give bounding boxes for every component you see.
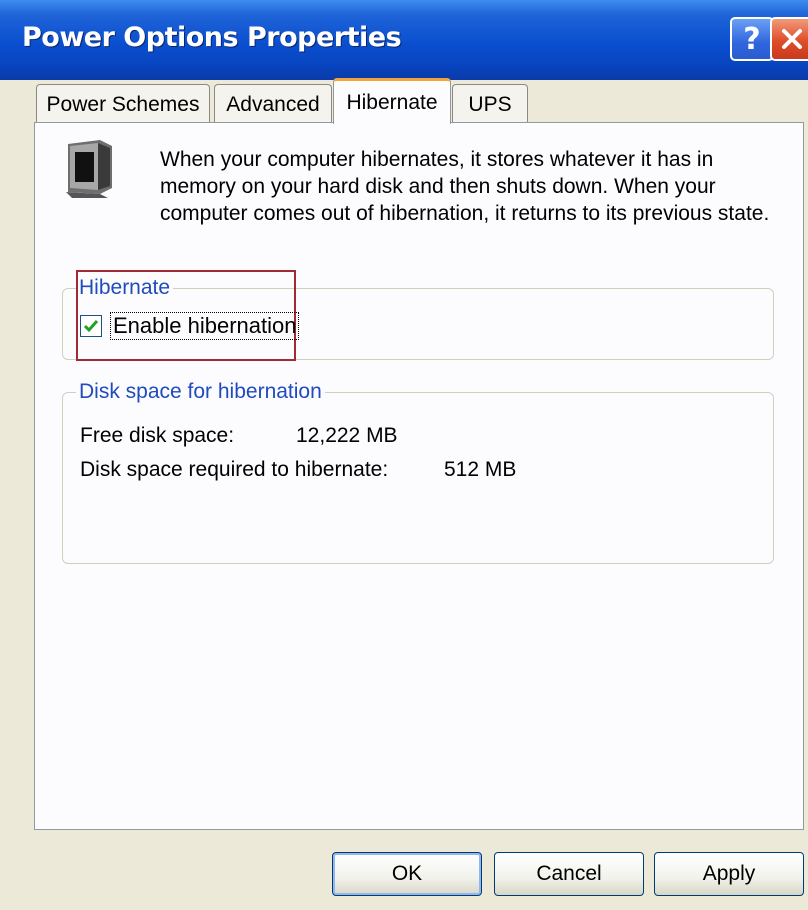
- tab-label: Power Schemes: [46, 92, 200, 116]
- monitor-moon-icon: [66, 140, 112, 198]
- help-icon: ?: [743, 21, 761, 57]
- close-icon: [782, 29, 802, 49]
- tab-advanced[interactable]: Advanced: [214, 84, 332, 124]
- help-button[interactable]: ?: [730, 17, 774, 61]
- free-disk-space-label: Free disk space:: [80, 424, 235, 447]
- apply-button[interactable]: Apply: [654, 852, 804, 896]
- enable-hibernation-label[interactable]: Enable hibernation: [110, 312, 300, 340]
- required-disk-space-label: Disk space required to hibernate:: [80, 458, 389, 481]
- tab-hibernate[interactable]: Hibernate: [333, 78, 451, 124]
- window-title: Power Options Properties: [22, 22, 402, 53]
- tab-ups[interactable]: UPS: [452, 84, 528, 124]
- tab-label: UPS: [468, 92, 512, 116]
- tab-power-schemes[interactable]: Power Schemes: [36, 84, 210, 124]
- checkmark-icon: [83, 320, 99, 333]
- disk-space-group-label: Disk space for hibernation: [76, 380, 325, 404]
- cancel-label: Cancel: [536, 862, 602, 885]
- hibernate-description: When your computer hibernates, it stores…: [160, 148, 770, 225]
- apply-label: Apply: [702, 862, 756, 885]
- tab-label: Hibernate: [346, 90, 438, 114]
- title-bar[interactable]: Power Options Properties ?: [0, 0, 808, 80]
- ok-label: OK: [391, 862, 423, 885]
- enable-hibernation-checkbox[interactable]: [80, 315, 102, 337]
- required-disk-space-value: 512 MB: [444, 458, 517, 481]
- cancel-button[interactable]: Cancel: [494, 852, 644, 896]
- power-options-window: Power Options Properties ? Power Schemes…: [0, 0, 808, 910]
- free-disk-space-value: 12,222 MB: [296, 424, 398, 447]
- close-button[interactable]: [770, 17, 808, 61]
- ok-button[interactable]: OK: [332, 852, 482, 896]
- tab-label: Advanced: [226, 92, 320, 116]
